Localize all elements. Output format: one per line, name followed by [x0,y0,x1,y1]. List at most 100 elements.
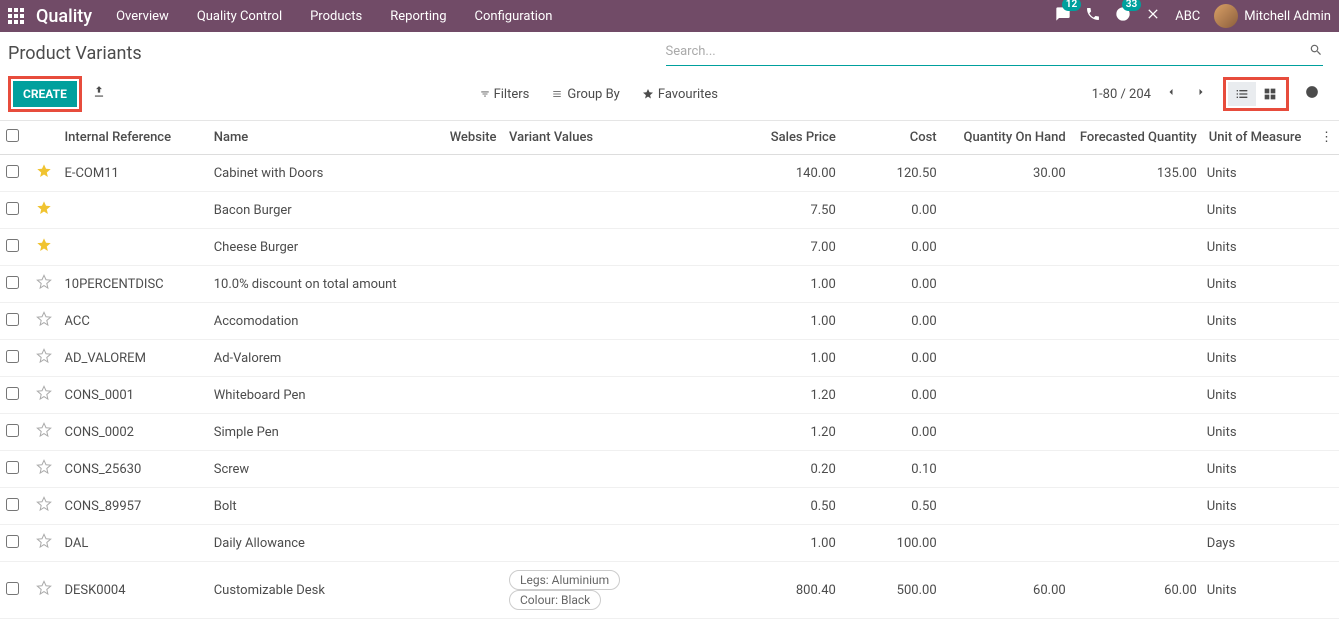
cell-unit-of-measure: Units [1203,562,1314,619]
pager-prev-icon[interactable] [1161,82,1181,106]
col-internal-reference[interactable]: Internal Reference [58,121,207,155]
row-checkbox[interactable] [6,498,19,511]
col-variant-values[interactable]: Variant Values [503,121,721,155]
col-unit-of-measure[interactable]: Unit of Measure [1203,121,1314,155]
cell-sales-price: 0.20 [721,451,842,488]
kanban-view-button[interactable] [1256,82,1284,106]
favourite-star-icon[interactable] [36,538,52,553]
favourite-star-icon[interactable] [36,390,52,405]
phone-icon[interactable] [1085,6,1101,26]
row-checkbox[interactable] [6,535,19,548]
cell-quantity-on-hand [943,229,1072,266]
cell-quantity-on-hand [943,377,1072,414]
apps-icon[interactable] [8,8,24,24]
user-menu[interactable]: Mitchell Admin [1214,4,1331,28]
cell-quantity-on-hand [943,488,1072,525]
favourite-star-icon[interactable] [36,316,52,331]
table-row[interactable]: 10PERCENTDISC10.0% discount on total amo… [0,266,1339,303]
nav-reporting[interactable]: Reporting [390,9,446,24]
col-name[interactable]: Name [208,121,444,155]
nav-quality-control[interactable]: Quality Control [197,9,282,24]
cell-quantity-on-hand [943,414,1072,451]
cell-cost: 0.00 [842,414,943,451]
table-row[interactable]: CONS_0001Whiteboard Pen1.200.00Units [0,377,1339,414]
cell-internal-reference: AD_VALOREM [58,340,207,377]
col-sales-price[interactable]: Sales Price [721,121,842,155]
cell-sales-price: 7.00 [721,229,842,266]
table-row[interactable]: E-COM11Cabinet with Doors140.00120.5030.… [0,155,1339,192]
row-checkbox[interactable] [6,350,19,363]
group-by-button[interactable]: Group By [551,87,620,102]
cell-website [444,451,503,488]
cell-variant-values [503,266,721,303]
col-website[interactable]: Website [444,121,503,155]
cell-variant-values [503,451,721,488]
row-checkbox[interactable] [6,165,19,178]
favourite-star-icon[interactable] [36,353,52,368]
table-row[interactable]: CONS_25630Screw0.200.10Units [0,451,1339,488]
pager: 1-80 / 204 [1092,82,1211,106]
table-row[interactable]: CONS_89957Bolt0.500.50Units [0,488,1339,525]
table-row[interactable]: CONS_0002Simple Pen1.200.00Units [0,414,1339,451]
activities-icon[interactable]: 33 [1115,6,1131,26]
cell-variant-values [503,340,721,377]
cell-unit-of-measure: Units [1203,155,1314,192]
nav-configuration[interactable]: Configuration [475,9,553,24]
row-checkbox[interactable] [6,387,19,400]
cell-internal-reference [58,192,207,229]
list-view-button[interactable] [1228,82,1256,106]
table-row[interactable]: ACCAccomodation1.000.00Units [0,303,1339,340]
activity-view-button[interactable] [1301,81,1323,107]
variant-tag: Legs: Aluminium [509,570,620,590]
favourite-star-icon[interactable] [36,427,52,442]
nav-overview[interactable]: Overview [116,9,169,24]
cell-forecasted-quantity [1072,266,1203,303]
search-icon[interactable] [1309,43,1323,61]
favourites-button[interactable]: Favourites [642,87,718,102]
cell-forecasted-quantity [1072,377,1203,414]
favourite-star-icon[interactable] [36,501,52,516]
favourite-star-icon[interactable] [36,585,52,600]
cell-sales-price: 1.00 [721,303,842,340]
row-checkbox[interactable] [6,202,19,215]
table-row[interactable]: Cheese Burger7.000.00Units [0,229,1339,266]
col-quantity-on-hand[interactable]: Quantity On Hand [943,121,1072,155]
favourite-star-icon[interactable] [36,168,52,183]
favourite-star-icon[interactable] [36,464,52,479]
row-checkbox[interactable] [6,424,19,437]
row-checkbox[interactable] [6,276,19,289]
favourite-star-icon[interactable] [36,279,52,294]
cell-forecasted-quantity: 60.00 [1072,562,1203,619]
favourite-star-icon[interactable] [36,205,52,220]
pager-next-icon[interactable] [1191,82,1211,106]
row-checkbox[interactable] [6,582,19,595]
nav-products[interactable]: Products [310,9,362,24]
cell-variant-values [503,377,721,414]
discuss-icon[interactable]: 12 [1055,6,1071,26]
cell-unit-of-measure: Days [1203,525,1314,562]
select-all-checkbox[interactable] [6,129,19,142]
table-row[interactable]: DALDaily Allowance1.00100.00Days [0,525,1339,562]
table-row[interactable]: DESK0004Customizable DeskLegs: Aluminium… [0,562,1339,619]
col-forecasted-quantity[interactable]: Forecasted Quantity [1072,121,1203,155]
row-checkbox[interactable] [6,461,19,474]
cell-variant-values [503,229,721,266]
close-icon[interactable] [1145,6,1161,26]
cell-website [444,266,503,303]
cell-name: Accomodation [208,303,444,340]
create-button[interactable]: CREATE [13,81,77,107]
col-cost[interactable]: Cost [842,121,943,155]
col-options-icon[interactable]: ⋮ [1314,121,1339,155]
favourite-star-icon[interactable] [36,242,52,257]
filters-button[interactable]: Filters [480,87,530,102]
cell-cost: 0.00 [842,340,943,377]
row-checkbox[interactable] [6,239,19,252]
import-icon[interactable] [92,85,106,103]
cell-name: Simple Pen [208,414,444,451]
cell-name: 10.0% discount on total amount [208,266,444,303]
search-input[interactable] [666,40,1310,63]
company-name[interactable]: ABC [1175,9,1200,24]
table-row[interactable]: Bacon Burger7.500.00Units [0,192,1339,229]
row-checkbox[interactable] [6,313,19,326]
table-row[interactable]: AD_VALOREMAd-Valorem1.000.00Units [0,340,1339,377]
